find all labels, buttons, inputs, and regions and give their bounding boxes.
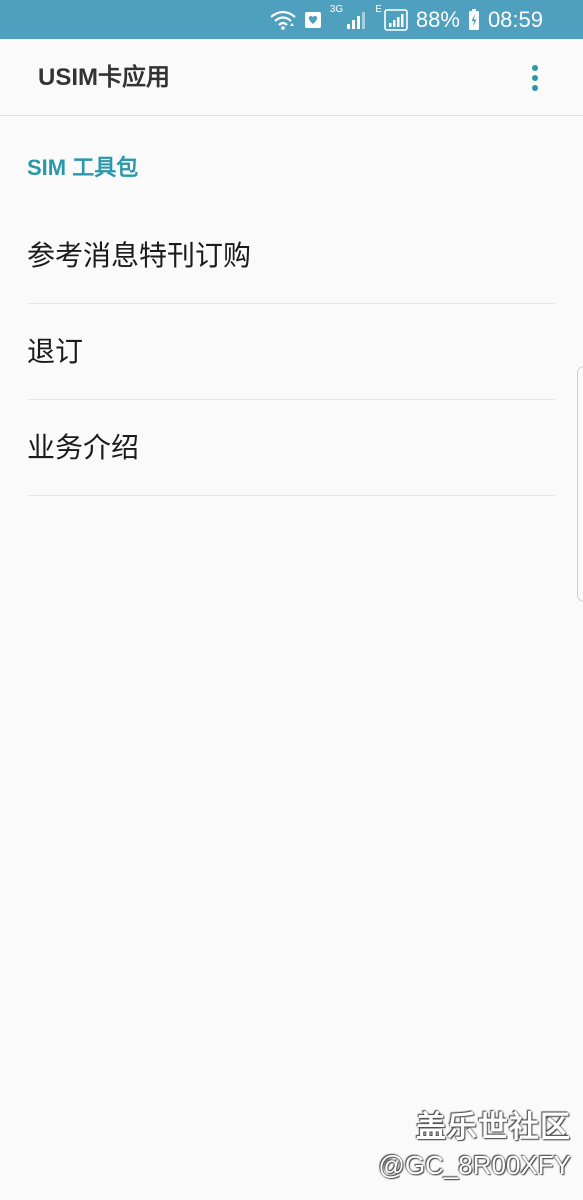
list-item[interactable]: 业务介绍 xyxy=(0,400,583,496)
list-item-label: 退订 xyxy=(27,336,84,367)
app-bar: USIM卡应用 xyxy=(0,39,583,116)
battery-percent: 88% xyxy=(415,7,460,32)
heart-notification-icon xyxy=(304,10,322,30)
battery-charging-icon xyxy=(468,8,480,31)
signal-icon xyxy=(345,10,367,30)
watermark: 盖乐世社区 @GC_8R00XFY xyxy=(378,1108,571,1182)
scroll-handle[interactable] xyxy=(577,366,583,602)
network-type-e: E xyxy=(375,4,382,15)
menu-list: 参考消息特刊订购 退订 业务介绍 xyxy=(0,208,583,496)
more-vert-icon xyxy=(532,65,538,91)
page-title: USIM卡应用 xyxy=(38,64,170,91)
status-time: 08:59 xyxy=(487,7,543,32)
watermark-user: @GC_8R00XFY xyxy=(378,1150,571,1180)
list-item-label: 参考消息特刊订购 xyxy=(27,240,252,271)
status-icons: 3G E 88% 08:59 xyxy=(270,0,543,39)
more-options-button[interactable] xyxy=(523,63,547,93)
watermark-community: 盖乐世社区 xyxy=(416,1111,571,1144)
wifi-icon xyxy=(270,10,296,30)
divider xyxy=(28,495,555,496)
list-item-label: 业务介绍 xyxy=(27,432,140,463)
signal-box-icon xyxy=(384,8,408,31)
section-header: SIM 工具包 xyxy=(27,155,139,180)
list-item[interactable]: 参考消息特刊订购 xyxy=(0,208,583,304)
status-bar: 3G E 88% 08:59 xyxy=(0,0,583,39)
network-type-3g: 3G xyxy=(329,4,344,15)
list-item[interactable]: 退订 xyxy=(0,304,583,400)
